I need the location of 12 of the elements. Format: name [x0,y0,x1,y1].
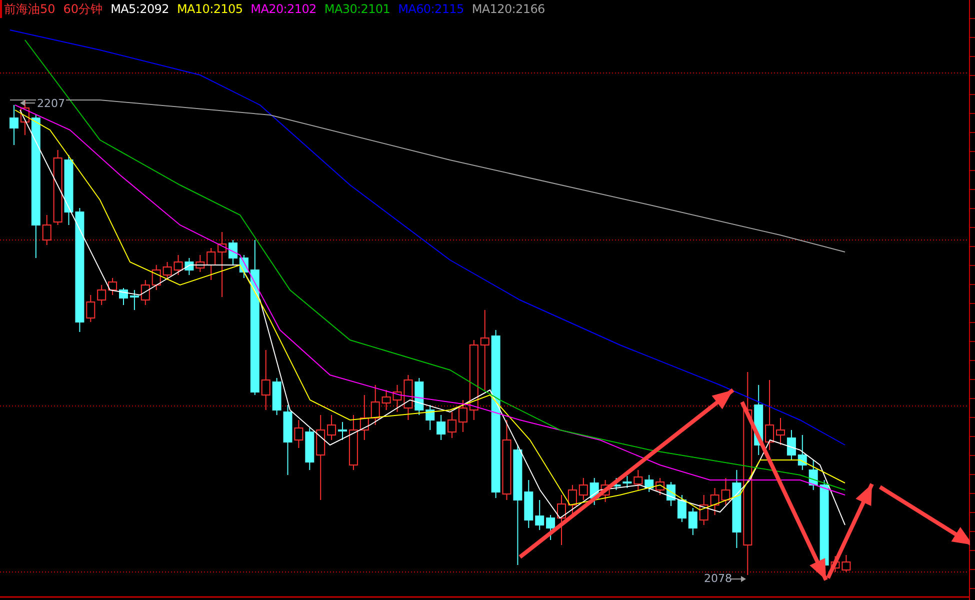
moving-average-value: MA30:2101 [324,2,390,16]
instrument-name: 前海油50 [4,0,56,18]
moving-average-value: MA10:2105 [176,2,243,16]
period-label: 60分钟 [63,0,103,18]
moving-average-value: MA120:2166 [472,2,545,16]
moving-average-value: MA60:2115 [398,2,464,16]
low-price-label: 2078 [704,573,732,585]
moving-average-value: MA20:2102 [250,2,316,16]
moving-average-value: MA5:2092 [110,2,169,16]
pointer-arrow-icon [730,576,746,582]
high-price-label: 2207 [36,98,66,110]
pointer-arrow-icon [20,100,36,106]
